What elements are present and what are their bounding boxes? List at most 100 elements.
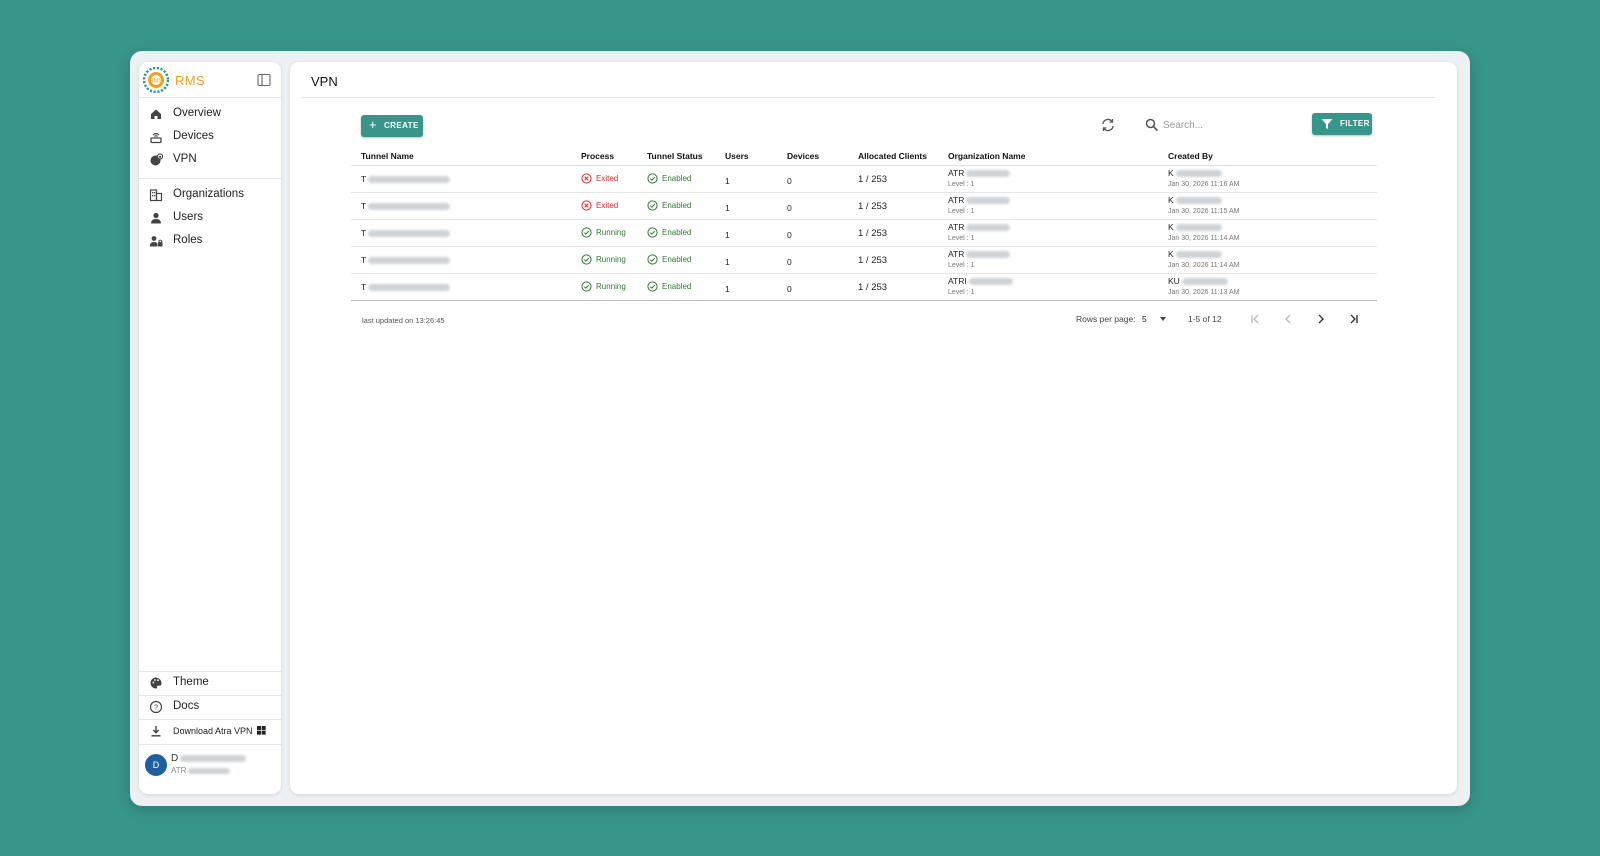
sidebar-item-label: Roles [173,234,203,246]
table-row[interactable]: T Running Enabled 1 0 1 / 253 ATR Level : 1 K Jan… [351,247,1377,274]
created-at: Jan 30, 2026 11:14 AM [1168,262,1240,269]
check-circle-icon [647,173,658,184]
column-header[interactable]: Allocated Clients [858,151,927,161]
help-icon: ? [149,700,163,714]
refresh-icon[interactable] [1100,117,1116,133]
allocated-clients: 1 / 253 [858,228,888,239]
sidebar-divider [139,719,281,720]
column-header[interactable]: Devices [787,151,819,161]
brand: RMS RMS [143,67,277,95]
created-by-name: K [1168,249,1222,259]
created-by-name: K [1168,195,1222,205]
column-header[interactable]: Process [581,151,614,161]
sidebar-item-users[interactable]: Users [149,208,273,228]
check-circle-icon [581,227,592,238]
organization-name: ATR [948,222,1011,232]
tunnel-name: T [361,201,451,211]
table-row[interactable]: T Running Enabled 1 0 1 / 253 ATRI Level : 1 KU J… [351,274,1377,301]
building-icon [149,189,163,202]
brand-name: RMS [175,73,205,88]
next-page-button[interactable] [1312,310,1330,328]
palette-icon [150,677,162,689]
previous-page-button[interactable] [1279,310,1297,328]
svg-text:RMS: RMS [149,79,162,85]
organization-name: ATR [948,168,1011,178]
created-at: Jan 30, 2026 11:16 AM [1168,181,1240,188]
app-window: RMS RMS Overview Devices VPN Organizatio… [130,51,1470,806]
last-page-button[interactable] [1345,310,1363,328]
tunnel-name: T [361,228,451,238]
last-page-icon [1350,314,1358,324]
check-circle-icon [647,200,658,211]
rows-per-page-select[interactable]: 5 [1142,314,1170,326]
organization-level: Level : 1 [948,262,975,269]
sidebar-divider [139,671,281,672]
filter-button[interactable]: FILTER [1312,113,1372,135]
allocated-clients: 1 / 253 [858,255,888,266]
tunnel-name: T [361,174,451,184]
organization-name: ATRI [948,276,1013,286]
plus-icon: + [369,117,377,132]
download-icon [151,726,161,737]
column-header[interactable]: Users [725,151,749,161]
sidebar-item-label: Users [173,211,204,223]
devices-count: 0 [787,257,792,267]
column-header[interactable]: Tunnel Status [647,151,703,161]
table-row[interactable]: T Exited Enabled 1 0 1 / 253 ATR Level : 1 K Jan … [351,193,1377,220]
column-header[interactable]: Organization Name [948,151,1025,161]
tunnel-name: T [361,282,451,292]
table-row[interactable]: T Running Enabled 1 0 1 / 253 ATR Level : 1 K Jan… [351,220,1377,247]
search-icon [1145,118,1159,132]
chevron-right-icon [1318,314,1324,324]
allocated-clients: 1 / 253 [858,282,888,293]
download-atra-vpn-link[interactable]: Download Atra VPN [149,721,273,741]
router-icon [150,132,162,144]
organization-name: ATR [948,195,1011,205]
column-header[interactable]: Tunnel Name [361,151,414,161]
last-updated: last updated on 13:26:45 [362,316,445,325]
sidebar-collapse-icon[interactable] [257,73,271,87]
sidebar-item-roles[interactable]: Roles [149,231,273,251]
created-by-name: K [1168,222,1222,232]
svg-text:?: ? [154,703,158,712]
column-header[interactable]: Created By [1168,151,1213,161]
created-by-name: KU [1168,276,1228,286]
sidebar-item-theme[interactable]: Theme [149,673,273,693]
title-divider [302,97,1435,98]
created-at: Jan 30, 2026 11:13 AM [1168,289,1240,296]
vpn-globe-icon [150,153,163,166]
page-title: VPN [311,74,338,89]
first-page-icon [1251,314,1259,324]
organization-level: Level : 1 [948,181,975,188]
users-count: 1 [725,203,730,213]
search-box[interactable] [1145,115,1275,135]
sidebar-item-docs[interactable]: ? Docs [149,697,273,717]
sidebar-item-organizations[interactable]: Organizations [149,185,273,205]
table-row[interactable]: T Exited Enabled 1 0 1 / 253 ATR Level : 1 K Jan … [351,166,1377,193]
sidebar-item-overview[interactable]: Overview [149,104,273,124]
sidebar-item-vpn[interactable]: VPN [149,150,273,170]
home-icon [151,109,161,119]
organization-level: Level : 1 [948,289,975,296]
table-body: T Exited Enabled 1 0 1 / 253 ATR Level : 1 K Jan … [351,166,1377,301]
users-count: 1 [725,284,730,294]
first-page-button[interactable] [1246,310,1264,328]
sidebar-divider [139,97,281,98]
user-profile[interactable]: D D ATR [139,746,281,792]
filter-icon [1321,119,1333,129]
user-org: ATR [171,766,231,775]
sidebar-item-label: Docs [173,700,200,712]
organization-name: ATR [948,249,1011,259]
devices-count: 0 [787,203,792,213]
users-count: 1 [725,257,730,267]
sidebar-item-label: Overview [173,107,221,119]
devices-count: 0 [787,284,792,294]
person-icon [151,212,161,224]
check-circle-icon [581,281,592,292]
create-button[interactable]: + CREATE [361,115,423,137]
windows-icon [257,726,266,735]
sidebar-item-label: VPN [173,153,197,165]
chevron-left-icon [1285,314,1291,324]
search-input[interactable] [1163,117,1273,133]
sidebar-item-devices[interactable]: Devices [149,127,273,147]
